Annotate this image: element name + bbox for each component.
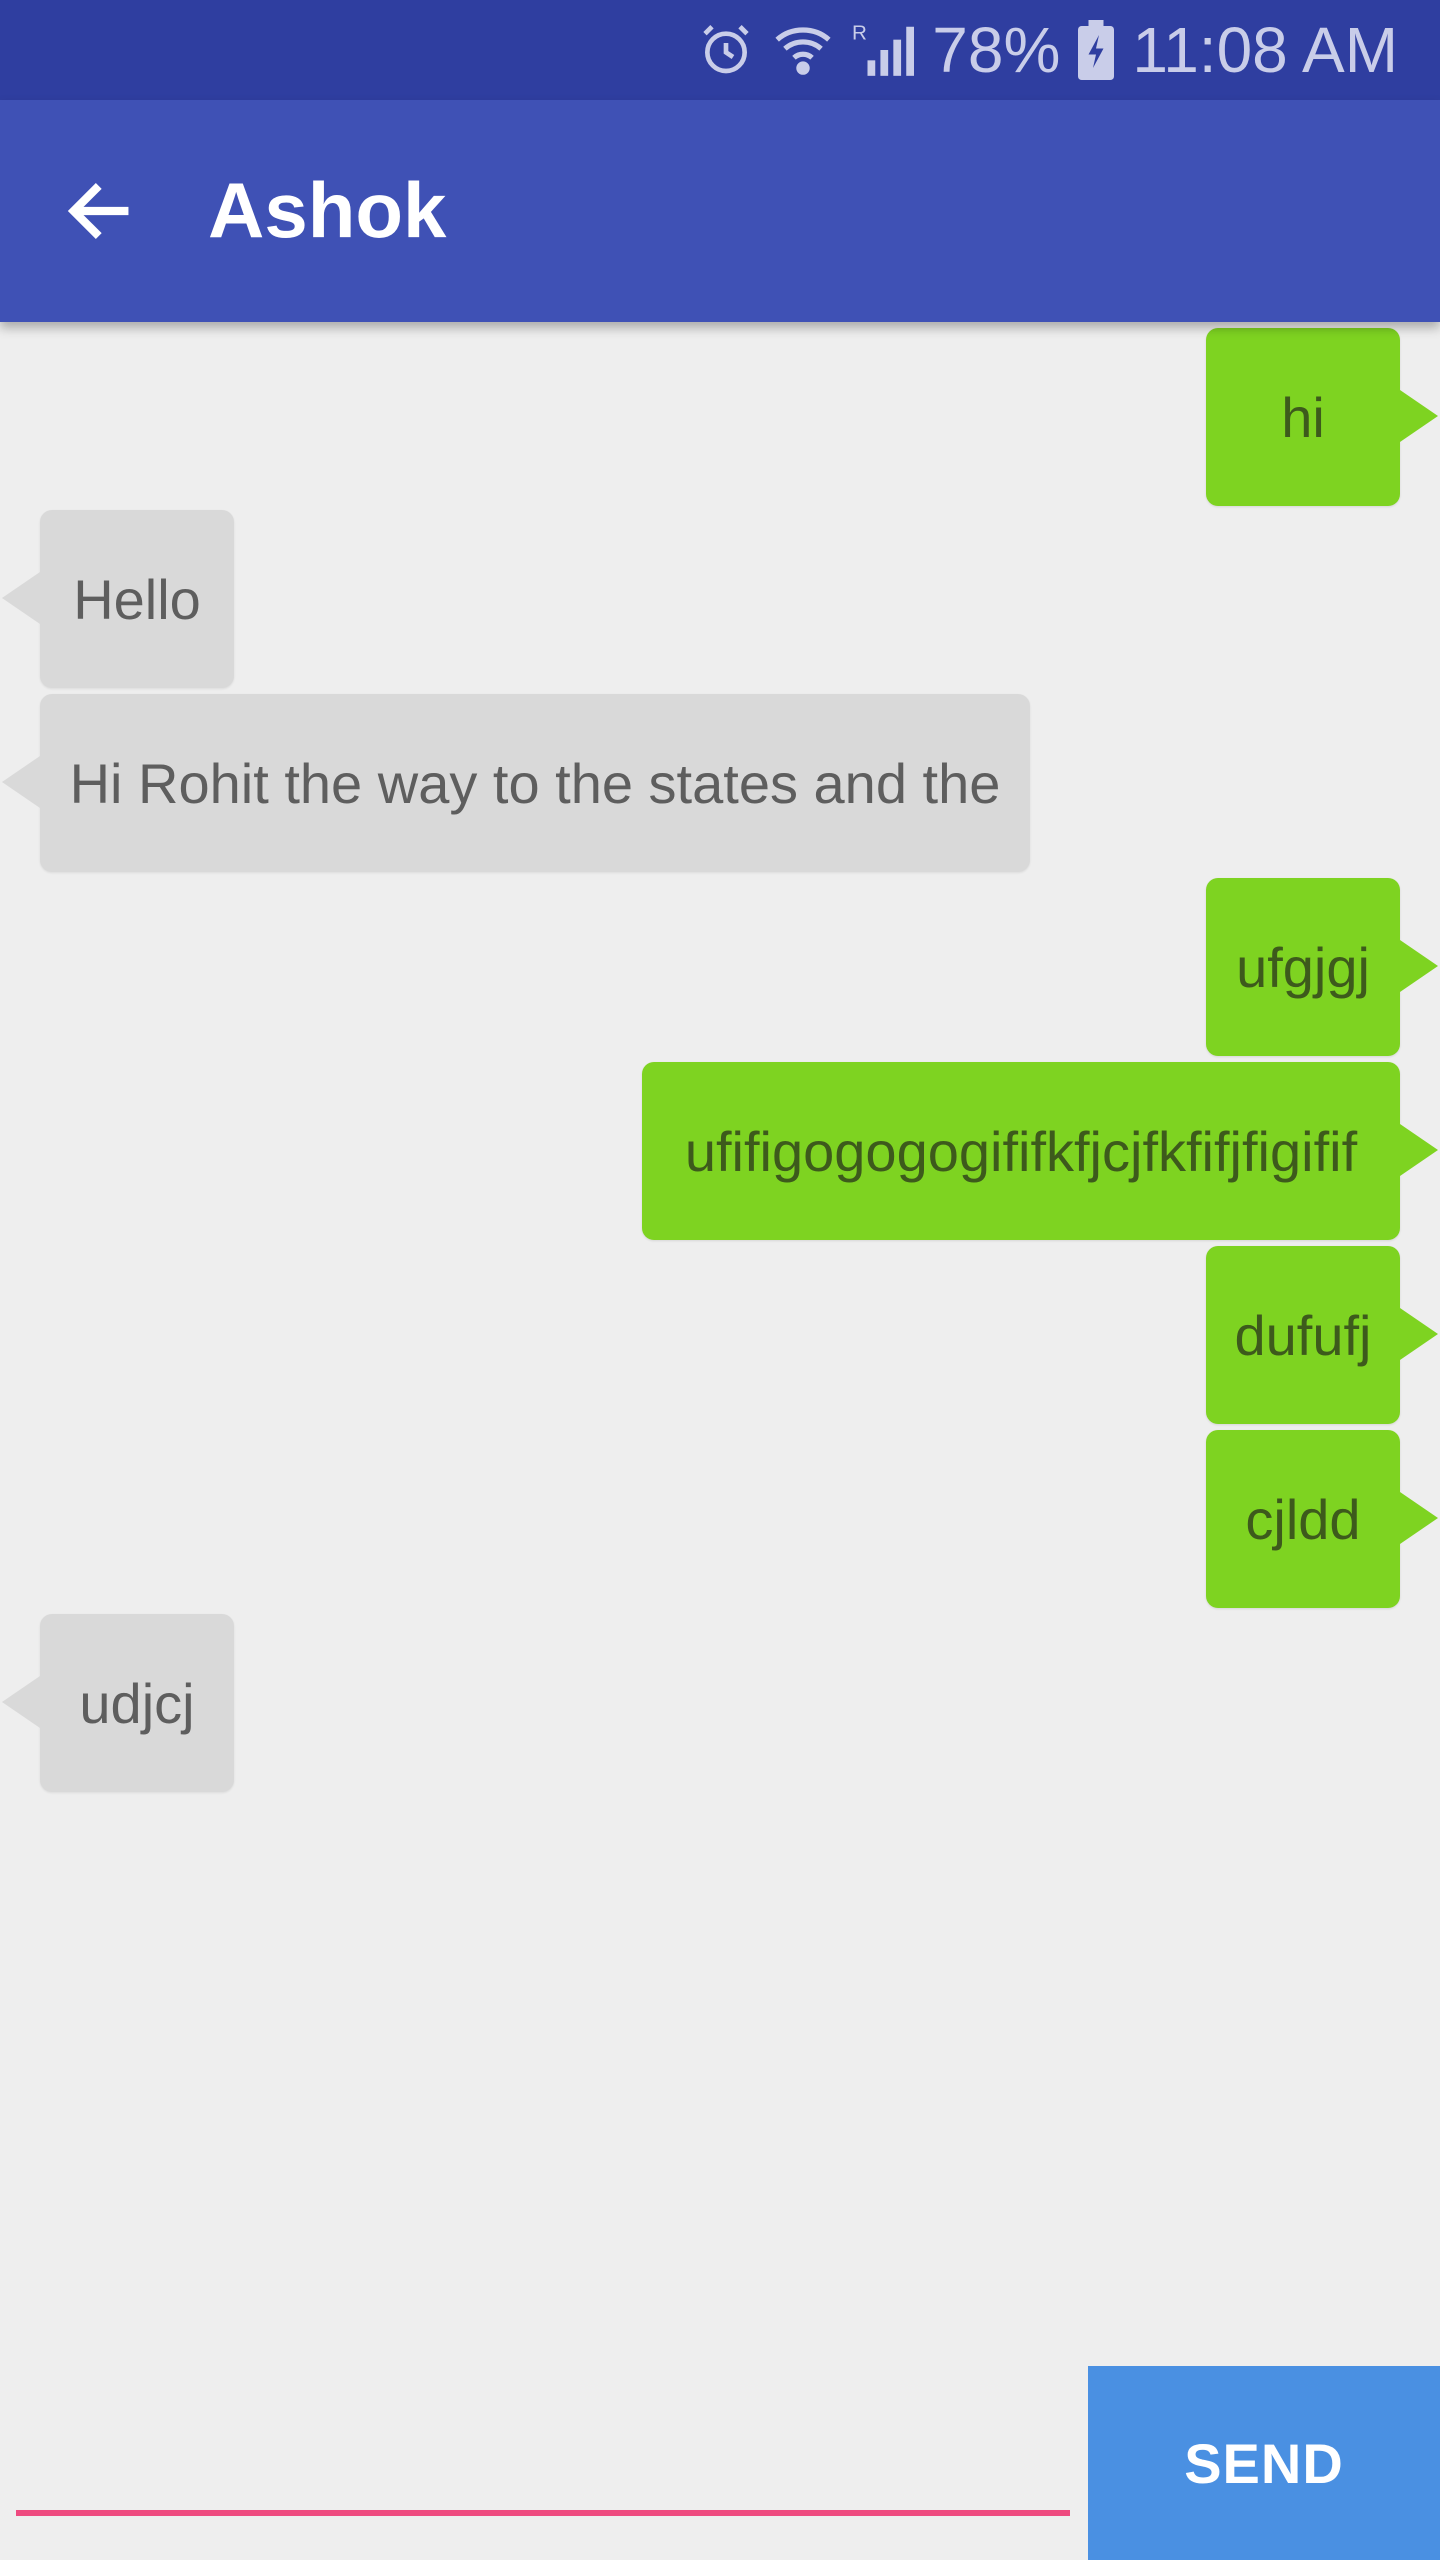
message-text: Hi Rohit the way to the states and the: [69, 751, 1001, 815]
message-bubble-outgoing[interactable]: cjldd: [1206, 1430, 1438, 1608]
message-text: dufufj: [1234, 1303, 1372, 1367]
alarm-icon: [698, 22, 754, 78]
message-text: ufifigogogogififkfjcjfkfifjfigifif: [684, 1119, 1358, 1183]
back-arrow-icon: [67, 183, 129, 239]
page-title: Ashok: [208, 166, 447, 254]
message-bubble-incoming[interactable]: Hello: [2, 510, 234, 688]
status-bar: R 78% 11:08 AM: [0, 0, 1440, 100]
status-icons: R 78% 11:08 AM: [698, 0, 1398, 100]
svg-text:R: R: [852, 22, 867, 45]
message-composer: SEND: [0, 2366, 1440, 2560]
back-button[interactable]: [44, 156, 154, 266]
message-bubble-incoming[interactable]: udjcj: [2, 1614, 234, 1792]
message-text: ufgjgj: [1236, 935, 1370, 999]
wifi-icon: [772, 19, 834, 81]
signal-icon: R: [852, 19, 915, 81]
clock-time: 11:08 AM: [1132, 14, 1398, 86]
message-bubble-outgoing[interactable]: dufufj: [1206, 1246, 1438, 1424]
message-bubble-outgoing[interactable]: ufgjgj: [1206, 878, 1438, 1056]
message-bubble-incoming[interactable]: Hi Rohit the way to the states and the: [2, 694, 1030, 872]
message-list[interactable]: hi Hello Hi Rohit the way to the states …: [0, 322, 1440, 2366]
message-text: hi: [1281, 385, 1325, 449]
app-bar: Ashok: [0, 100, 1440, 322]
message-input[interactable]: [16, 2366, 1070, 2516]
message-text: Hello: [73, 567, 201, 631]
battery-charging-icon: [1078, 20, 1115, 80]
battery-percentage: 78%: [932, 14, 1061, 86]
message-bubble-outgoing[interactable]: hi: [1206, 328, 1438, 506]
send-button[interactable]: SEND: [1088, 2366, 1440, 2560]
message-text: cjldd: [1245, 1487, 1361, 1551]
message-text: udjcj: [79, 1671, 195, 1735]
message-bubble-outgoing[interactable]: ufifigogogogififkfjcjfkfifjfigifif: [642, 1062, 1438, 1240]
